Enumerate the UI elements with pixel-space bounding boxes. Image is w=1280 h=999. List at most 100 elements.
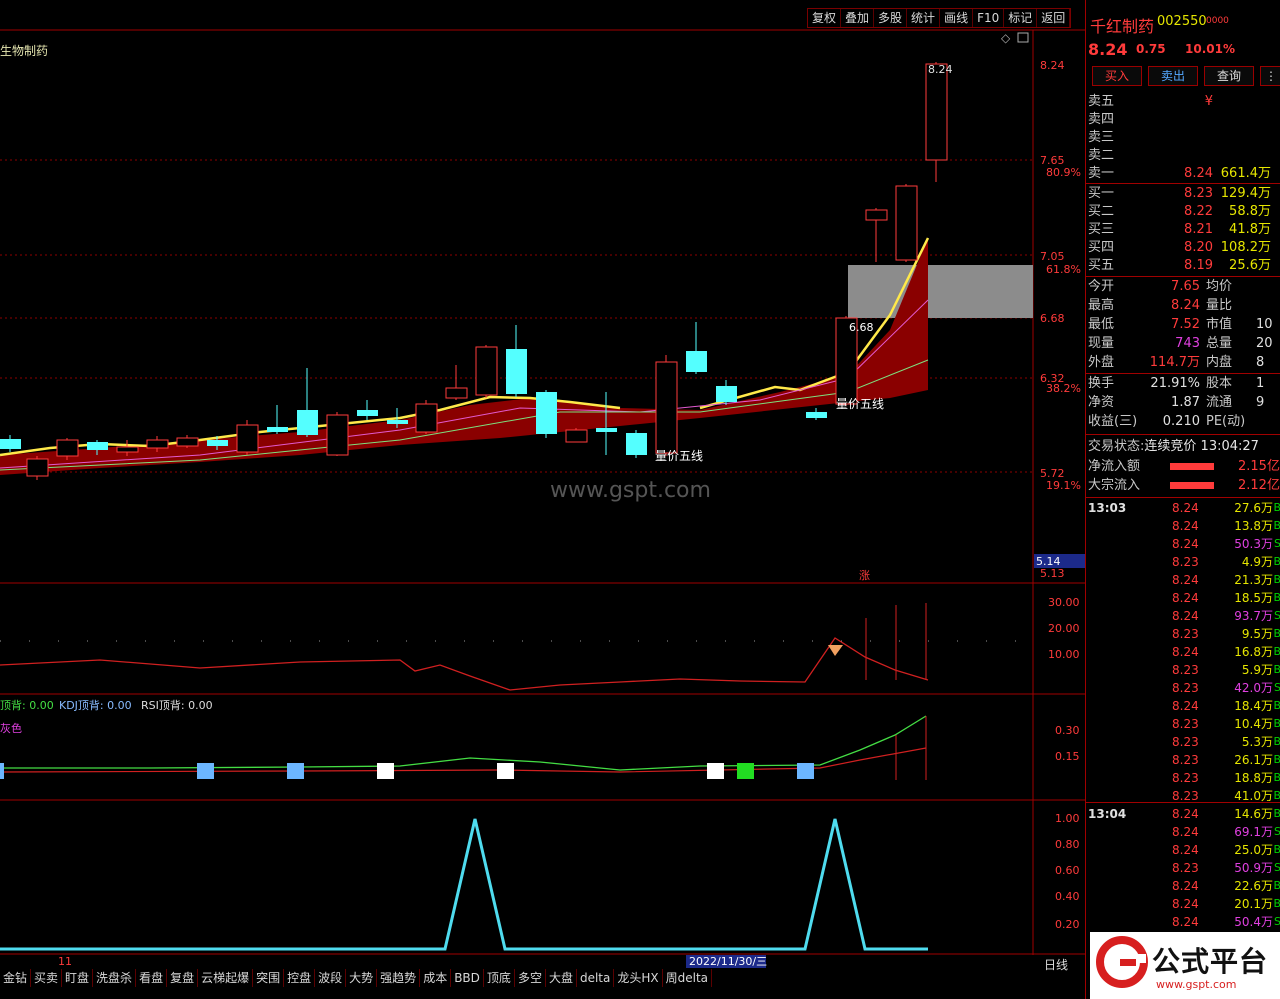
tick-row[interactable]: 13:04 8.24 14.6万 B [1088,805,1280,823]
indicator-tab[interactable]: 龙头HX [614,969,663,987]
candle-body[interactable] [565,429,588,443]
indicator-tab[interactable]: 大盘 [546,969,577,987]
candle-body[interactable] [176,437,199,447]
p4-signal-line [0,818,928,951]
indicator-tab[interactable]: 盯盘 [62,969,94,987]
order-book-row[interactable]: 卖四 [1088,111,1279,129]
tick-row[interactable]: 8.24 18.4万 B [1088,697,1280,715]
candle-body[interactable] [506,349,527,394]
tick-row[interactable]: 8.24 93.7万 S [1088,607,1280,625]
tick-row[interactable]: 8.23 9.5万 B [1088,625,1280,643]
tick-row[interactable]: 13:03 8.24 27.6万 B [1088,499,1280,517]
sell-button[interactable]: 卖出 [1148,66,1198,86]
p2-tick: 30.00 [1048,596,1080,609]
stock-code-suffix: 0000 [1206,16,1229,26]
tick-row[interactable]: 8.23 42.0万 S [1088,679,1280,697]
candle-body[interactable] [236,424,259,453]
tick-row[interactable]: 8.23 5.3万 B [1088,733,1280,751]
tick-row[interactable]: 8.23 26.1万 B [1088,751,1280,769]
candle-body[interactable] [655,361,678,454]
indicator-tab[interactable]: 大势 [346,969,378,987]
buy-button[interactable]: 买入 [1092,66,1142,86]
candle-body[interactable] [925,63,948,161]
indicator-tab[interactable]: delta [577,969,615,987]
diamond-icon[interactable]: ◇ [1001,31,1011,45]
indicator-tab[interactable]: 周delta [663,969,713,987]
candle-body[interactable] [475,346,498,396]
indicator-tab[interactable]: 波段 [315,969,347,987]
indicator-tab[interactable]: 金钻 [0,969,32,987]
order-volume: 58.8万 [1229,204,1271,219]
tick-row[interactable]: 8.24 13.8万 B [1088,517,1280,535]
tick-row[interactable]: 8.24 50.3万 S [1088,535,1280,553]
indicator-tab[interactable]: 洗盘杀 [93,969,137,987]
tick-row[interactable]: 8.23 10.4万 B [1088,715,1280,733]
indicator-tab[interactable]: BBD [451,969,484,987]
tick-row[interactable]: 8.23 5.9万 B [1088,661,1280,679]
order-book-row[interactable]: 卖一 8.24 661.4万 [1088,165,1279,183]
chart-canvas[interactable]: 生物制药 ◇ 8.24 7.65 7.05 6.68 6.32 5.72 5.1… [0,0,1085,969]
indicator-tab[interactable]: 复盘 [167,969,199,987]
indicator-tab-bar: 金钻 买卖 盯盘 洗盘杀 看盘 复盘 云梯起爆 突围 控盘 波段 大势 强趋势 成本 BBD 顶底 多空 大盘 d… [0,969,713,987]
order-book-row[interactable]: 卖五 ¥ [1088,93,1279,111]
query-button[interactable]: 查询 [1204,66,1254,86]
tick-row[interactable]: 8.24 18.5万 B [1088,589,1280,607]
tick-row[interactable]: 8.24 16.8万 B [1088,643,1280,661]
candle-body[interactable] [895,185,918,261]
tick-row[interactable]: 8.24 21.3万 B [1088,571,1280,589]
candle-body[interactable] [415,403,438,433]
candle-body[interactable] [56,439,79,457]
candle-body[interactable] [716,386,737,402]
brand-logo: 公式平台 www.gspt.com [1090,932,1280,999]
candle-body[interactable] [686,351,707,372]
tick-row[interactable]: 8.24 69.1万 S [1088,823,1280,841]
order-book-row[interactable]: 买五 8.19 25.6万 [1088,257,1279,275]
indicator-tab[interactable]: 突围 [253,969,285,987]
candle-body[interactable] [387,420,408,424]
period-label[interactable]: 日线 [1044,956,1068,973]
order-book-row[interactable]: 买三 8.21 41.8万 [1088,221,1279,239]
tick-row[interactable]: 8.24 22.6万 B [1088,877,1280,895]
indicator-tab[interactable]: 云梯起爆 [198,969,254,987]
candle-body[interactable] [116,446,139,453]
candle-body[interactable] [87,442,108,450]
indicator-tab[interactable]: 成本 [420,969,452,987]
candle-body[interactable] [26,458,49,477]
tick-volume: 50.3万 [1234,537,1273,551]
tick-row[interactable]: 8.24 25.0万 B [1088,841,1280,859]
window-toggle-icon[interactable] [1017,32,1029,43]
more-button[interactable]: ⋮ [1260,66,1280,86]
tick-volume: 27.6万 [1234,501,1273,515]
tick-row[interactable]: 8.23 4.9万 B [1088,553,1280,571]
candle-body[interactable] [865,209,888,221]
indicator-tab[interactable]: 控盘 [284,969,316,987]
tick-row[interactable]: 8.23 50.9万 S [1088,859,1280,877]
flow-label: 净流入额 [1088,459,1141,474]
candle-body[interactable] [326,414,349,456]
candle-body[interactable] [536,392,557,434]
indicator-tab[interactable]: 强趋势 [377,969,421,987]
indicator-tab[interactable]: 买卖 [31,969,63,987]
tick-row[interactable]: 8.24 50.4万 S [1088,913,1280,931]
candle-body[interactable] [626,433,647,455]
order-book-row[interactable]: 卖二 [1088,147,1279,165]
order-book-row[interactable]: 买二 8.22 58.8万 [1088,203,1279,221]
candle-body[interactable] [596,428,617,432]
candle-body[interactable] [357,410,378,416]
indicator-tab[interactable]: 顶底 [484,969,515,987]
tick-row[interactable]: 8.24 20.1万 B [1088,895,1280,913]
indicator-tab[interactable]: 多空 [515,969,546,987]
order-book-row[interactable]: 买四 8.20 108.2万 [1088,239,1279,257]
order-book-row[interactable]: 买一 8.23 129.4万 [1088,185,1279,203]
stat-value: 8.24 [1171,298,1200,313]
tick-row[interactable]: 8.23 18.8万 B [1088,769,1280,787]
candle-body[interactable] [267,427,288,432]
candle-body[interactable] [207,440,228,446]
indicator-tab[interactable]: 看盘 [136,969,168,987]
candle-body[interactable] [146,439,169,449]
candle-body[interactable] [806,412,827,418]
candle-body[interactable] [0,439,21,449]
order-book-row[interactable]: 卖三 [1088,129,1279,147]
candle-body[interactable] [297,410,318,435]
candle-body[interactable] [445,387,468,399]
